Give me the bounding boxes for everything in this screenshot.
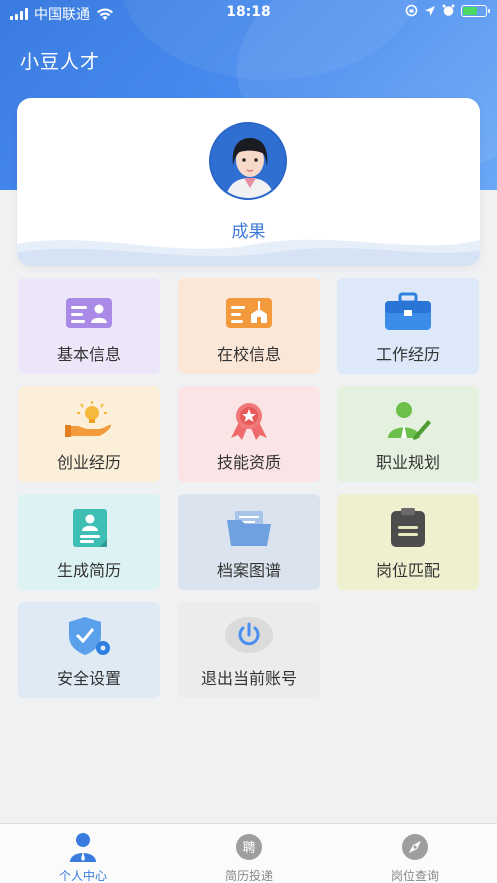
tile-label: 退出当前账号 — [200, 669, 297, 688]
location-icon — [425, 5, 435, 16]
avatar-photo — [211, 124, 285, 198]
tile-label: 创业经历 — [56, 453, 121, 472]
status-bar: 中国联通 18:18 — [0, 0, 497, 26]
tab-label: 岗位查询 — [390, 869, 439, 883]
shield-gear-icon — [69, 617, 110, 655]
idea-hand-icon — [65, 401, 112, 437]
tile-startup-experience[interactable]: 创业经历 — [18, 386, 160, 482]
clipboard-icon — [391, 508, 425, 547]
career-plan-icon — [388, 402, 431, 440]
tab-job-search[interactable]: 岗位查询 — [332, 824, 497, 883]
tile-archive-map[interactable]: 档案图谱 — [178, 494, 320, 590]
hire-icon: 聘 — [236, 834, 262, 860]
tile-job-match[interactable]: 岗位匹配 — [337, 494, 479, 590]
power-icon — [225, 617, 273, 653]
id-card-icon — [66, 298, 112, 328]
profile-card[interactable]: 成果 — [17, 98, 480, 266]
tile-label: 生成简历 — [56, 561, 121, 580]
tile-logout[interactable]: 退出当前账号 — [178, 602, 320, 698]
award-ribbon-icon — [231, 403, 267, 440]
status-right — [405, 4, 490, 17]
briefcase-icon — [385, 292, 431, 330]
resume-icon — [73, 509, 107, 547]
tab-personal-center[interactable]: 个人中心 — [0, 824, 166, 883]
tile-label: 在校信息 — [216, 345, 281, 364]
person-icon — [70, 833, 96, 862]
tile-skills[interactable]: 技能资质 — [178, 386, 320, 482]
rotation-lock-icon — [405, 4, 418, 17]
alarm-icon — [442, 4, 455, 16]
school-card-icon — [226, 298, 272, 328]
tile-label: 基本信息 — [56, 345, 121, 364]
card-wave-decoration — [17, 239, 480, 266]
tab-label: 简历投递 — [224, 869, 273, 883]
tab-label: 个人中心 — [58, 869, 107, 883]
compass-icon — [402, 834, 428, 860]
tile-label: 工作经历 — [375, 345, 440, 364]
tile-school-info[interactable]: 在校信息 — [178, 278, 320, 374]
tile-label: 岗位匹配 — [375, 561, 440, 580]
tile-career-plan[interactable]: 职业规划 — [337, 386, 479, 482]
tab-resume-submit[interactable]: 聘 简历投递 — [166, 824, 332, 883]
tile-basic-info[interactable]: 基本信息 — [18, 278, 160, 374]
app-title: 小豆人才 — [20, 51, 101, 73]
bottom-tab-bar: 个人中心 聘 简历投递 岗位查询 — [0, 823, 497, 883]
tile-generate-resume[interactable]: 生成简历 — [18, 494, 160, 590]
svg-text:聘: 聘 — [242, 841, 255, 856]
battery-icon — [461, 4, 490, 17]
tile-security-settings[interactable]: 安全设置 — [18, 602, 160, 698]
avatar[interactable] — [209, 122, 287, 200]
tile-label: 安全设置 — [56, 669, 121, 688]
tile-label: 职业规划 — [375, 453, 440, 472]
folder-icon — [227, 511, 271, 546]
tile-work-experience[interactable]: 工作经历 — [337, 278, 479, 374]
tile-label: 技能资质 — [216, 453, 281, 472]
tile-label: 档案图谱 — [216, 561, 281, 580]
